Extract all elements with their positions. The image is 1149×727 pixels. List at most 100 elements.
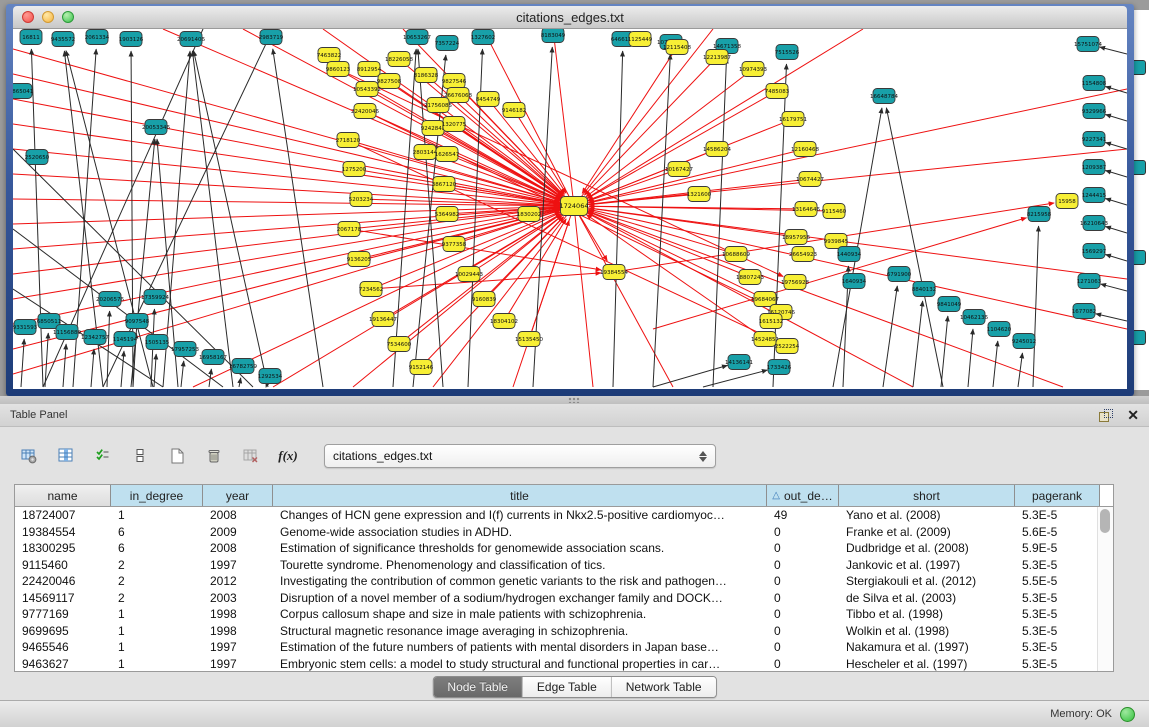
vertical-scrollbar[interactable]	[1097, 507, 1113, 671]
float-panel-icon[interactable]	[1099, 409, 1113, 422]
graph-edge[interactable]	[1105, 198, 1127, 205]
graph-edge[interactable]	[574, 89, 1127, 206]
table-cell: Jankovic et al. (1997)	[839, 557, 1015, 574]
column-header-year[interactable]: year	[203, 485, 273, 506]
graph-edge[interactable]	[574, 206, 1063, 387]
table-cell: 0	[767, 656, 839, 673]
graph-edge[interactable]	[273, 49, 323, 387]
column-header-pagerank[interactable]: pagerank	[1015, 485, 1100, 506]
graph-edge[interactable]	[194, 51, 268, 387]
row-height-icon-button[interactable]	[125, 442, 155, 470]
zoom-window-button[interactable]	[62, 11, 74, 23]
graph-edge[interactable]	[239, 378, 241, 387]
table-selector-dropdown[interactable]: citations_edges.txt	[324, 444, 716, 468]
graph-edge[interactable]	[553, 29, 574, 206]
table-row[interactable]: 946554611997Estimation of the future num…	[15, 639, 1113, 656]
status-bar: Memory: OK	[0, 700, 1149, 727]
graph-edge[interactable]	[574, 29, 713, 206]
delete-table-icon-button[interactable]	[199, 442, 229, 470]
graph-node-label: 9160839	[472, 297, 497, 303]
graph-edge[interactable]	[993, 341, 998, 387]
graph-edge[interactable]	[31, 49, 43, 387]
window-titlebar[interactable]: citations_edges.txt	[13, 6, 1127, 29]
column-header-title[interactable]: title	[273, 485, 767, 506]
graph-edge[interactable]	[121, 351, 124, 387]
graph-edge[interactable]	[13, 124, 574, 206]
split-divider-grip[interactable]	[568, 397, 580, 403]
table-row[interactable]: 977716911998Corpus callosum shape and si…	[15, 606, 1113, 623]
graph-edge[interactable]	[13, 199, 574, 206]
tab-network-table[interactable]: Network Table	[612, 677, 716, 697]
graph-edge[interactable]	[941, 316, 948, 387]
graph-edge[interactable]	[1033, 226, 1039, 387]
table-row[interactable]: 1830029562008Estimation of significance …	[15, 540, 1113, 557]
graph-edge[interactable]	[703, 370, 767, 387]
new-table-icon-button[interactable]	[162, 442, 192, 470]
column-editor-icon-button[interactable]	[51, 442, 81, 470]
graph-node-label: 1271063	[1077, 279, 1102, 285]
graph-node-label: 2718120	[336, 138, 361, 144]
graph-edge[interactable]	[584, 63, 710, 195]
table-row[interactable]: 946362711997Embryonic stem cells: a mode…	[15, 656, 1113, 673]
graph-node-label: 26654923	[789, 252, 817, 258]
table-row[interactable]: 969969511998Structural magnetic resonanc…	[15, 623, 1113, 640]
column-header-out_de[interactable]: △out_de…	[767, 485, 839, 506]
graph-edge[interactable]	[886, 108, 943, 387]
graph-edge[interactable]	[13, 206, 574, 299]
graph-edge[interactable]	[968, 329, 973, 387]
graph-edge[interactable]	[613, 51, 623, 387]
graph-edge[interactable]	[433, 206, 574, 387]
graph-edge[interactable]	[913, 301, 923, 387]
scrollbar-thumb[interactable]	[1100, 509, 1110, 533]
select-rows-icon-button[interactable]	[88, 442, 118, 470]
graph-edge[interactable]	[1105, 114, 1127, 121]
minimize-window-button[interactable]	[42, 11, 54, 23]
graph-edge[interactable]	[883, 286, 897, 387]
graph-edge[interactable]	[91, 349, 94, 387]
memory-status-indicator[interactable]	[1120, 707, 1135, 722]
graph-edge[interactable]	[181, 361, 184, 387]
close-panel-icon[interactable]: ✕	[1127, 409, 1139, 422]
table-row[interactable]: 2242004622012Investigating the contribut…	[15, 573, 1113, 590]
table-cell: 2	[111, 590, 203, 607]
column-header-name[interactable]: name	[15, 485, 111, 506]
clear-table-icon-button[interactable]	[236, 442, 266, 470]
graph-edge[interactable]	[192, 51, 233, 387]
graph-edge[interactable]	[713, 58, 727, 387]
graph-edge[interactable]	[63, 344, 66, 387]
graph-node-label: 18226058	[385, 57, 413, 63]
table-row[interactable]: 1872400712008Changes of HCN gene express…	[15, 507, 1113, 524]
graph-edge[interactable]	[66, 51, 153, 387]
network-canvas[interactable]: 1681194355722061334190312620691406298371…	[13, 29, 1127, 389]
graph-edge[interactable]	[1105, 254, 1127, 261]
graph-edge[interactable]	[13, 206, 574, 374]
graph-edge[interactable]	[1096, 314, 1127, 321]
table-settings-icon-button[interactable]	[14, 442, 44, 470]
sort-ascending-icon: △	[772, 490, 780, 501]
close-window-button[interactable]	[22, 11, 34, 23]
table-cell: 0	[767, 639, 839, 656]
graph-edge[interactable]	[1018, 353, 1022, 387]
graph-edge[interactable]	[1100, 47, 1127, 54]
column-header-short[interactable]: short	[839, 485, 1015, 506]
column-header-in_degree[interactable]: in_degree	[111, 485, 203, 506]
graph-edge[interactable]	[13, 49, 574, 206]
dropdown-spinner-icon	[699, 451, 707, 462]
graph-edge[interactable]	[653, 54, 670, 387]
split-divider[interactable]	[0, 396, 1149, 404]
graph-edge[interactable]	[1101, 284, 1127, 291]
table-row[interactable]: 911546021997Tourette syndrome. Phenomeno…	[15, 557, 1113, 574]
tab-edge-table[interactable]: Edge Table	[523, 677, 612, 697]
table-row[interactable]: 1938455462009Genome-wide association stu…	[15, 524, 1113, 541]
graph-edge[interactable]	[380, 273, 601, 288]
function-builder-icon-button[interactable]: f(x)	[273, 442, 303, 470]
graph-edge[interactable]	[574, 149, 1127, 206]
graph-edge[interactable]	[587, 95, 769, 198]
graph-node-label: 1865041	[13, 89, 33, 95]
graph-edge[interactable]	[1105, 170, 1127, 177]
graph-edge[interactable]	[1105, 226, 1127, 233]
graph-node-label: 12342757	[81, 335, 109, 341]
tab-node-table[interactable]: Node Table	[433, 677, 523, 697]
graph-edge[interactable]	[1105, 142, 1127, 149]
table-row[interactable]: 1456911722003Disruption of a novel membe…	[15, 590, 1113, 607]
